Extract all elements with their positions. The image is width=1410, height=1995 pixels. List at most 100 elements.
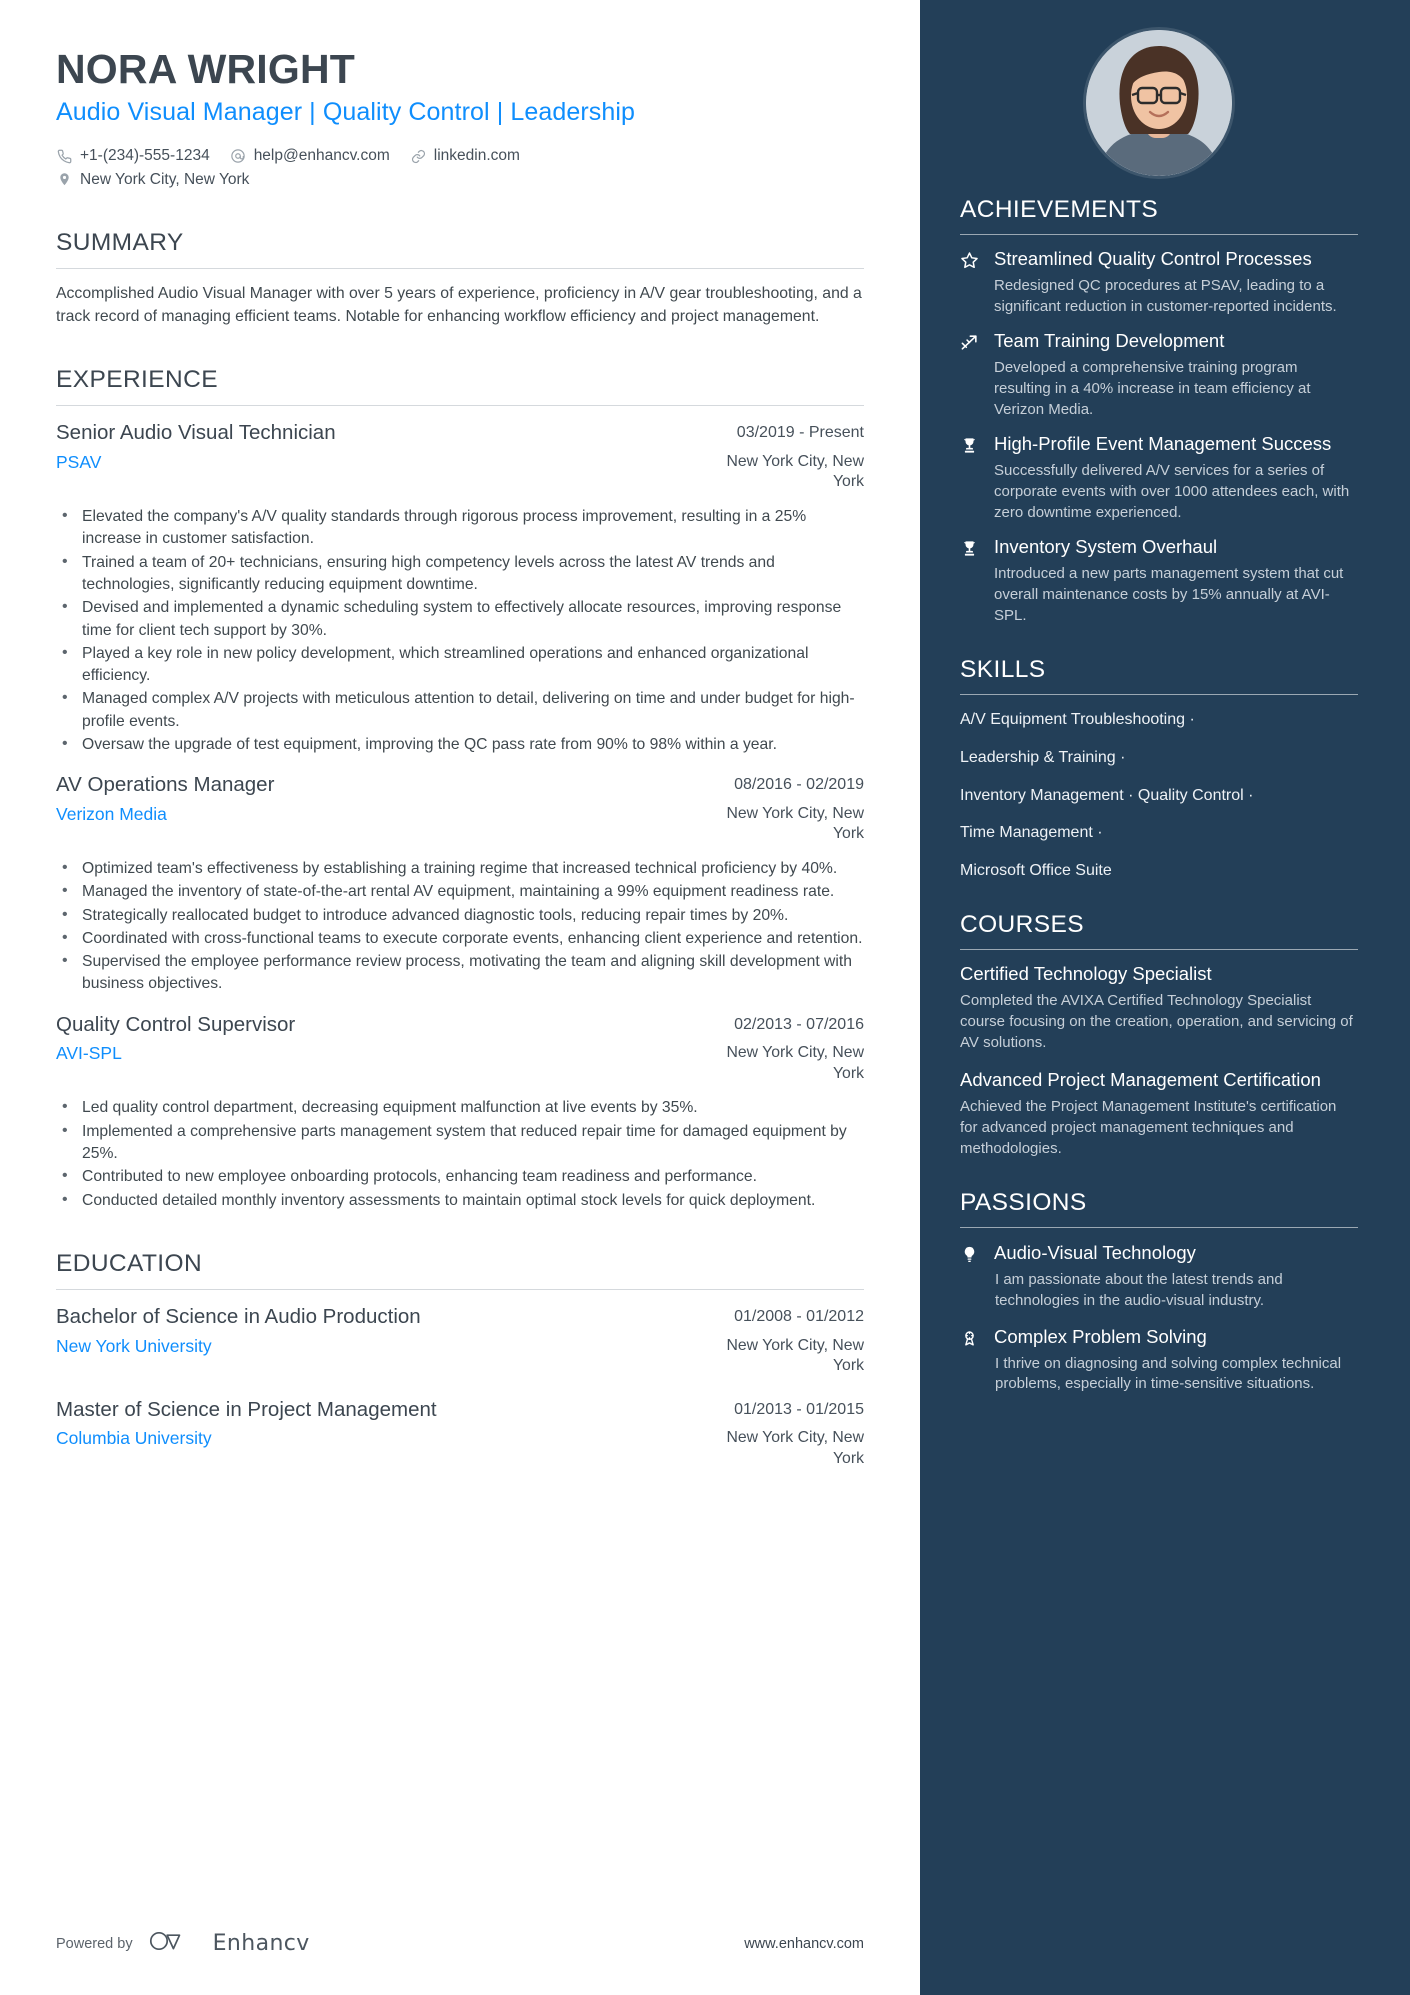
powered-by-block[interactable]: Powered by Enhancv — [56, 1928, 310, 1959]
passion-desc: I am passionate about the latest trends … — [995, 1271, 1283, 1309]
skill-line: Leadership & Training · — [960, 748, 1126, 766]
skills-divider — [960, 694, 1358, 696]
contact-email[interactable]: help@enhancv.com — [230, 144, 390, 167]
experience-company[interactable]: AVI-SPL — [56, 1043, 122, 1065]
achievement-title: Team Training Development — [994, 330, 1225, 352]
passion-item: Audio-Visual Technology I am passionate a… — [960, 1242, 1358, 1311]
experience-divider — [56, 405, 864, 407]
skill-line: Time Management · — [960, 824, 1103, 842]
experience-role: AV Operations Manager — [56, 773, 275, 797]
section-experience: EXPERIENCE Senior Audio Visual Technicia… — [56, 366, 864, 1212]
avatar-wrap — [960, 30, 1358, 176]
experience-location: New York City, New York — [726, 452, 864, 491]
experience-list: Senior Audio Visual Technician 03/2019 - … — [56, 420, 864, 1212]
education-school[interactable]: Columbia University — [56, 1428, 212, 1450]
experience-date: 03/2019 - Present — [736, 424, 864, 442]
course-title: Certified Technology Specialist — [960, 963, 1212, 985]
skill-line: Inventory Management · Quality Control · — [960, 786, 1254, 804]
experience-entry-head: Quality Control Supervisor 02/2013 - 07/2… — [56, 1012, 864, 1038]
chart-arrow-icon — [960, 330, 982, 420]
achievement-body: Inventory System Overhaul Introduced a ne… — [994, 536, 1358, 626]
section-passions: PASSIONS Audio-Visual Technology I am pas… — [960, 1189, 1358, 1395]
footer-url[interactable]: www.enhancv.com — [744, 1936, 864, 1952]
experience-entry: Quality Control Supervisor 02/2013 - 07/2… — [56, 1012, 864, 1212]
section-summary: SUMMARY Accomplished Audio Visual Manage… — [56, 229, 864, 328]
skills-heading: SKILLS — [960, 656, 1046, 684]
page-title: NORA WRIGHT — [56, 46, 356, 92]
passion-title: Audio-Visual Technology — [994, 1242, 1196, 1264]
education-heading: EDUCATION — [56, 1249, 203, 1277]
experience-company[interactable]: PSAV — [56, 452, 101, 474]
education-date: 01/2013 - 01/2015 — [734, 1400, 864, 1418]
achievements-heading: ACHIEVEMENTS — [960, 196, 1159, 223]
contact-row-location: New York City, New York — [56, 168, 864, 191]
achievement-body: Team Training Development Developed a com… — [994, 330, 1358, 420]
experience-company[interactable]: Verizon Media — [56, 804, 167, 826]
experience-bullet: Devised and implemented a dynamic schedu… — [56, 596, 864, 642]
achievement-desc: Successfully delivered A/V services for … — [994, 462, 1350, 521]
passions-list: Audio-Visual Technology I am passionate a… — [960, 1242, 1358, 1395]
achievement-item: Streamlined Quality Control Processes Red… — [960, 248, 1358, 317]
experience-role: Senior Audio Visual Technician — [56, 421, 336, 445]
experience-bullet: Conducted detailed monthly inventory ass… — [56, 1189, 864, 1212]
experience-bullet: Managed the inventory of state-of-the-ar… — [56, 880, 864, 903]
award-ribbon-icon — [960, 1326, 982, 1395]
headline: Audio Visual Manager | Quality Control |… — [56, 98, 636, 127]
education-entry: Bachelor of Science in Audio Production 0… — [56, 1304, 864, 1377]
achievement-title: Streamlined Quality Control Processes — [994, 248, 1312, 269]
education-entry-sub: Columbia University New York City, New Yo… — [56, 1428, 864, 1469]
experience-entry-head: AV Operations Manager 08/2016 - 02/2019 — [56, 772, 864, 798]
education-list: Bachelor of Science in Audio Production 0… — [56, 1304, 864, 1469]
education-location: New York City, New York — [726, 1336, 864, 1375]
education-school[interactable]: New York University — [56, 1336, 212, 1358]
experience-entry: AV Operations Manager 08/2016 - 02/2019 Ve… — [56, 772, 864, 995]
experience-bullet: Oversaw the upgrade of test equipment, i… — [56, 733, 864, 756]
achievement-desc: Developed a comprehensive training progr… — [994, 359, 1311, 418]
contact-phone[interactable]: +1-(234)-555-1234 — [56, 144, 210, 167]
achievement-desc: Redesigned QC procedures at PSAV, leadin… — [994, 276, 1337, 315]
location-pin-icon — [56, 171, 73, 188]
summary-divider — [56, 267, 864, 269]
contact-row-primary: +1-(234)-555-1234 help@enhancv.com linke… — [56, 144, 864, 167]
contact-email-text: help@enhancv.com — [253, 147, 390, 165]
passion-body: Audio-Visual Technology I am passionate a… — [994, 1242, 1358, 1311]
achievement-body: Streamlined Quality Control Processes Red… — [994, 248, 1358, 317]
avatar-photo-icon — [1086, 30, 1232, 176]
education-divider — [56, 1288, 864, 1290]
course-item: Certified Technology Specialist Completed… — [960, 963, 1358, 1053]
courses-heading: COURSES — [960, 911, 1084, 939]
achievements-divider — [960, 234, 1358, 235]
course-desc: Completed the AVIXA Certified Technology… — [960, 992, 1353, 1051]
education-date: 01/2008 - 01/2012 — [734, 1307, 864, 1325]
email-icon — [230, 148, 247, 165]
experience-bullet-list: Led quality control department, decreasi… — [56, 1096, 864, 1212]
passions-heading: PASSIONS — [960, 1189, 1087, 1217]
experience-heading: EXPERIENCE — [56, 366, 218, 394]
trophy-icon — [960, 433, 982, 523]
trophy-icon — [960, 536, 982, 626]
achievement-item: Team Training Development Developed a com… — [960, 330, 1358, 420]
star-outline-icon — [960, 248, 982, 317]
achievements-list: Streamlined Quality Control Processes Red… — [960, 248, 1358, 626]
experience-entry-sub: Verizon Media New York City, New York — [56, 804, 864, 845]
courses-list: Certified Technology Specialist Completed… — [960, 963, 1358, 1159]
footer: Powered by Enhancv www.enhancv.com — [56, 1928, 864, 1959]
passion-item: Complex Problem Solving I thrive on diagn… — [960, 1326, 1358, 1395]
section-education: EDUCATION Bachelor of Science in Audio P… — [56, 1250, 864, 1469]
experience-bullet: Implemented a comprehensive parts manage… — [56, 1120, 864, 1166]
sidebar: ACHIEVEMENTS Streamlined Quality Control… — [920, 0, 1410, 1995]
enhancv-wordmark: Enhancv — [212, 1931, 310, 1956]
experience-bullet-list: Optimized team's effectiveness by establ… — [56, 857, 864, 996]
education-entry-head: Bachelor of Science in Audio Production 0… — [56, 1304, 864, 1330]
enhancv-logo-icon — [147, 1928, 199, 1959]
section-courses: COURSES Certified Technology Specialist C… — [960, 911, 1358, 1159]
contact-linkedin[interactable]: linkedin.com — [410, 144, 520, 167]
powered-by-label: Powered by — [56, 1935, 133, 1952]
experience-location: New York City, New York — [726, 804, 864, 843]
courses-divider — [960, 949, 1358, 951]
skill-line: A/V Equipment Troubleshooting · — [960, 711, 1195, 729]
experience-bullet: Strategically reallocated budget to intr… — [56, 904, 864, 927]
course-desc: Achieved the Project Management Institut… — [960, 1098, 1337, 1157]
experience-location: New York City, New York — [726, 1044, 864, 1082]
experience-entry: Senior Audio Visual Technician 03/2019 - … — [56, 420, 864, 756]
